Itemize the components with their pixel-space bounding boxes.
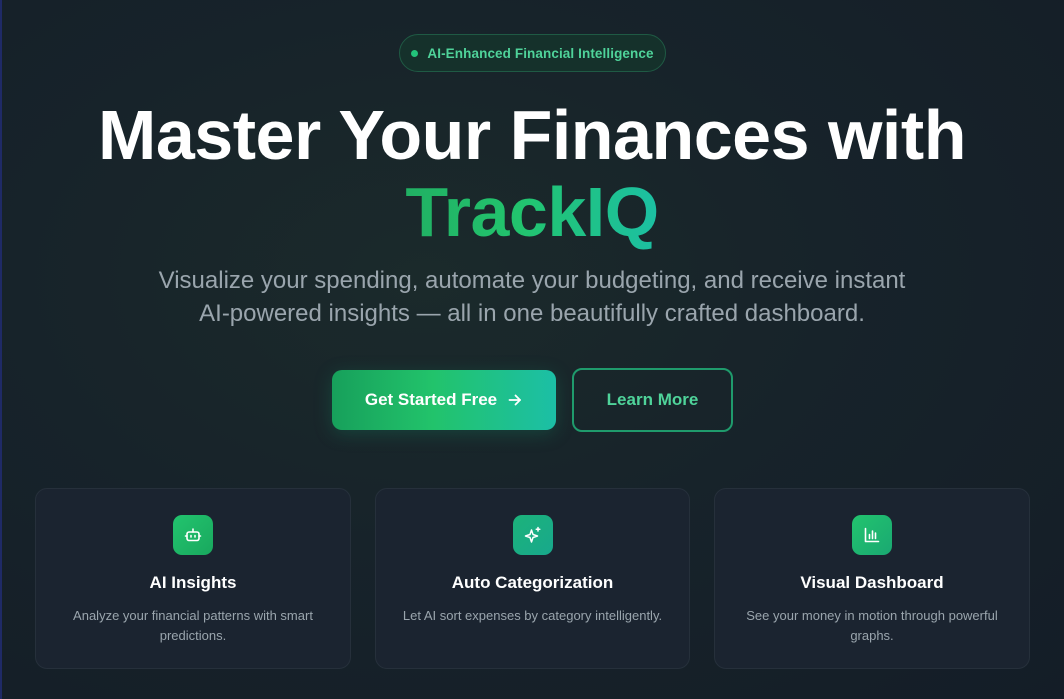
- feature-title: AI Insights: [149, 573, 237, 592]
- arrow-right-icon: [507, 392, 523, 408]
- feature-title: Visual Dashboard: [800, 573, 944, 592]
- feature-description: Analyze your financial patterns with sma…: [73, 608, 313, 643]
- status-dot-icon: [411, 49, 419, 57]
- robot-icon: [173, 515, 213, 555]
- sparkles-icon: [512, 515, 553, 555]
- get-started-label: Get Started Free: [364, 390, 498, 409]
- hero-headline: Master Your Finances with: [98, 96, 966, 174]
- learn-more-label: Learn More: [606, 390, 699, 409]
- feature-description: Let AI sort expenses by category intelli…: [402, 608, 663, 623]
- landing-page: AI-Enhanced Financial Intelligence Maste…: [0, 0, 1064, 699]
- feature-title: Auto Categorization: [451, 573, 614, 592]
- hero-brand: TrackIQ: [0, 172, 1064, 252]
- hero-subtitle: Visualize your spending, automate your b…: [0, 264, 1064, 330]
- feature-description: See your money in motion through powerfu…: [746, 608, 998, 643]
- feature-card-auto-categorization: Auto Categorization Let AI sort expenses…: [375, 488, 690, 669]
- subtitle-line-2: AI-powered insights — all in one beautif…: [199, 300, 865, 327]
- get-started-button[interactable]: Get Started Free: [332, 370, 556, 430]
- feature-card-visual-dashboard: Visual Dashboard See your money in motio…: [714, 488, 1030, 669]
- brand-name: TrackIQ: [405, 173, 659, 251]
- feature-badge: AI-Enhanced Financial Intelligence: [399, 34, 666, 72]
- feature-card-ai-insights: AI Insights Analyze your financial patte…: [35, 488, 351, 669]
- subtitle-line-1: Visualize your spending, automate your b…: [158, 267, 906, 294]
- bar-chart-icon: [852, 515, 892, 555]
- badge-label: AI-Enhanced Financial Intelligence: [427, 45, 654, 61]
- learn-more-button[interactable]: Learn More: [572, 368, 733, 432]
